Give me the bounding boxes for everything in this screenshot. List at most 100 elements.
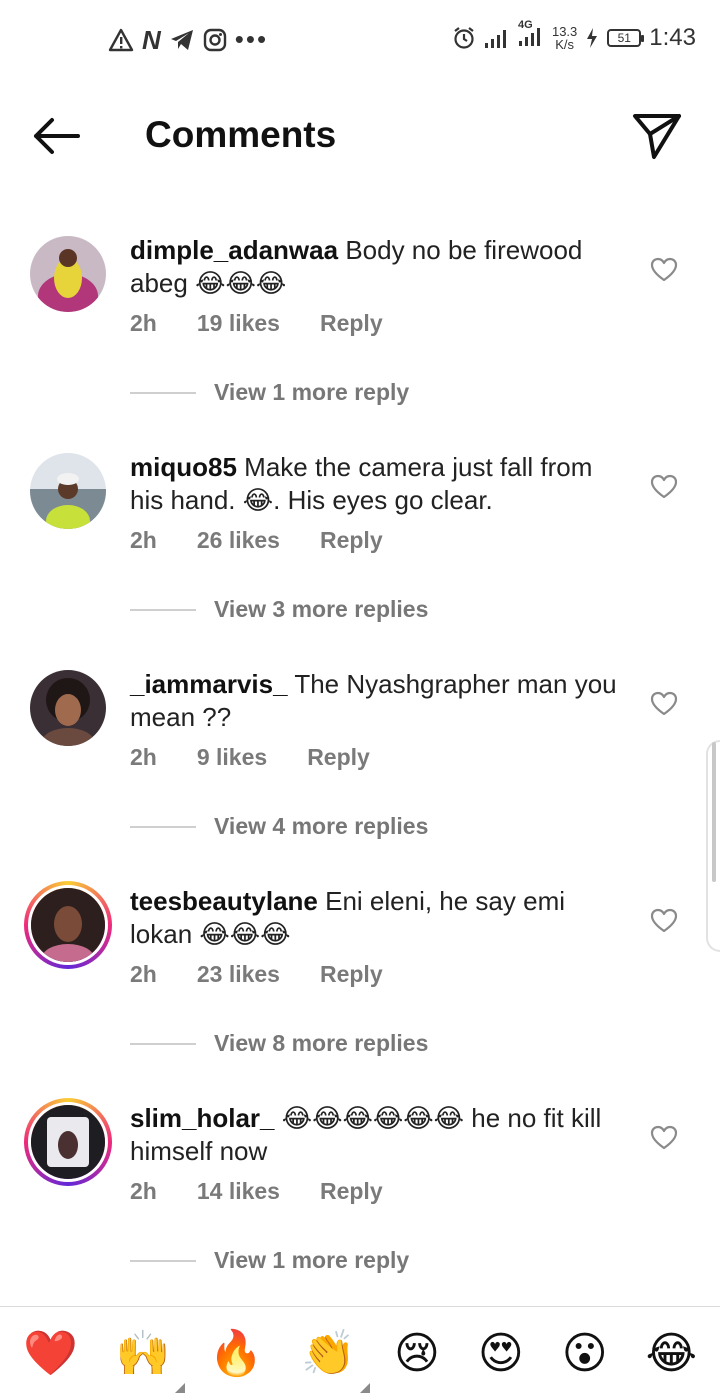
scrollbar-thumb[interactable] <box>712 742 716 882</box>
comment-item: _iammarvis_ The Nyashgrapher man you mea… <box>0 656 720 873</box>
signal-icon <box>484 30 506 48</box>
comment-meta: 2h 23 likes Reply <box>130 961 383 988</box>
avatar[interactable] <box>30 670 106 746</box>
avatar-image <box>30 236 106 312</box>
view-replies-button[interactable]: View 1 more reply <box>130 379 409 406</box>
view-replies-line <box>130 391 196 394</box>
comments-header: Comments <box>0 80 720 196</box>
comment-text: miquo85 Make the camera just fall from h… <box>130 451 620 517</box>
comment-item: dimple_adanwaa Body no be firewood abeg … <box>0 222 720 439</box>
emoji-crying-face[interactable]: 😢 <box>394 1328 440 1379</box>
emoji-heart-eyes[interactable]: 😍 <box>478 1328 524 1379</box>
more-dots-icon: ••• <box>234 24 269 54</box>
send-icon <box>633 114 681 159</box>
view-replies-label: View 1 more reply <box>214 1247 410 1273</box>
instagram-icon <box>203 28 226 51</box>
comment-text: _iammarvis_ The Nyashgrapher man you mea… <box>130 668 620 734</box>
avatar[interactable] <box>30 236 106 312</box>
view-replies-button[interactable]: View 1 more reply <box>130 1247 409 1274</box>
comment-text: slim_holar_ 😂😂😂😂😂😂 he no fit kill himsel… <box>130 1102 620 1168</box>
like-button[interactable] <box>650 1124 678 1152</box>
comment-time: 2h <box>130 1178 157 1204</box>
comment-item: miquo85 Make the camera just fall from h… <box>0 439 720 656</box>
comment-likes[interactable]: 14 likes <box>197 1178 280 1205</box>
comment-username[interactable]: _iammarvis_ <box>130 669 288 699</box>
warning-icon <box>108 28 134 51</box>
view-replies-button[interactable]: View 4 more replies <box>130 813 428 840</box>
comment-time: 2h <box>130 961 157 987</box>
reply-button[interactable]: Reply <box>307 744 370 771</box>
like-button[interactable] <box>650 256 678 284</box>
signal-4g-group: 4G <box>518 19 544 52</box>
status-bar: N ••• 4G 13.3 K/s 51 1:43 <box>0 0 720 80</box>
heart-outline-icon <box>650 908 678 933</box>
view-replies-line <box>130 608 196 611</box>
view-replies-label: View 8 more replies <box>214 1030 429 1056</box>
comment-meta: 2h 9 likes Reply <box>130 744 370 771</box>
like-button[interactable] <box>650 907 678 935</box>
view-replies-label: View 3 more replies <box>214 596 429 622</box>
alarm-icon <box>454 27 474 49</box>
comment-text: teesbeautylane Eni eleni, he say emi lok… <box>130 885 620 951</box>
reply-button[interactable]: Reply <box>320 310 383 337</box>
avatar-image <box>28 1102 108 1182</box>
view-replies-label: View 1 more reply <box>214 379 410 405</box>
arrow-left-icon <box>34 118 80 154</box>
comment-time: 2h <box>130 744 157 770</box>
comment-meta: 2h 14 likes Reply <box>130 1178 383 1205</box>
comment-time: 2h <box>130 310 157 336</box>
emoji-fire[interactable]: 🔥 <box>209 1328 264 1379</box>
comment-username[interactable]: slim_holar_ <box>130 1103 275 1133</box>
comment-item: slim_holar_ 😂😂😂😂😂😂 he no fit kill himsel… <box>0 1090 720 1307</box>
comments-list: dimple_adanwaa Body no be firewood abeg … <box>0 222 720 1307</box>
share-button[interactable] <box>632 110 682 160</box>
comment-item: teesbeautylane Eni eleni, he say emi lok… <box>0 873 720 1090</box>
comment-time: 2h <box>130 527 157 553</box>
network-speed-unit: K/s <box>555 37 575 52</box>
view-replies-line <box>130 1042 196 1045</box>
heart-outline-icon <box>650 474 678 499</box>
network-speed: 13.3 K/s <box>552 25 577 51</box>
n-app-icon: N <box>142 24 161 55</box>
comment-username[interactable]: dimple_adanwaa <box>130 235 338 265</box>
comment-likes[interactable]: 9 likes <box>197 744 267 771</box>
view-replies-button[interactable]: View 3 more replies <box>130 596 428 623</box>
reply-button[interactable]: Reply <box>320 527 383 554</box>
heart-outline-icon <box>650 691 678 716</box>
status-right-icons: 4G 13.3 K/s 51 1:43 <box>452 19 696 52</box>
avatar-story-ring[interactable] <box>24 1098 112 1186</box>
view-replies-button[interactable]: View 8 more replies <box>130 1030 428 1057</box>
comment-username[interactable]: miquo85 <box>130 452 237 482</box>
avatar-story-ring[interactable] <box>24 881 112 969</box>
network-type: 4G <box>517 18 533 31</box>
avatar-image <box>30 670 106 746</box>
view-replies-line <box>130 825 196 828</box>
battery-icon: 51 <box>607 29 645 47</box>
like-button[interactable] <box>650 473 678 501</box>
comment-meta: 2h 19 likes Reply <box>130 310 383 337</box>
comment-likes[interactable]: 23 likes <box>197 961 280 988</box>
comment-likes[interactable]: 19 likes <box>197 310 280 337</box>
emoji-tears-of-joy[interactable]: 😂 <box>646 1328 697 1379</box>
avatar[interactable] <box>30 453 106 529</box>
reply-button[interactable]: Reply <box>320 961 383 988</box>
like-button[interactable] <box>650 690 678 718</box>
heart-outline-icon <box>650 257 678 282</box>
scrollbar[interactable] <box>706 740 720 952</box>
comment-text: dimple_adanwaa Body no be firewood abeg … <box>130 234 620 300</box>
comment-username[interactable]: teesbeautylane <box>130 886 318 916</box>
clock: 1:43 <box>649 24 696 51</box>
emoji-surprised-face[interactable]: 😮 <box>562 1328 608 1379</box>
comment-meta: 2h 26 likes Reply <box>130 527 383 554</box>
heart-outline-icon <box>650 1125 678 1150</box>
emoji-reaction-bar: ❤️ 🙌 🔥 👏 😢 😍 😮 😂 <box>0 1306 720 1400</box>
charging-icon <box>587 28 598 48</box>
emoji-raising-hands[interactable]: 🙌 <box>116 1328 185 1393</box>
status-left-icons: N ••• <box>108 24 268 55</box>
avatar-image <box>28 885 108 965</box>
reply-button[interactable]: Reply <box>320 1178 383 1205</box>
back-button[interactable] <box>28 112 84 160</box>
emoji-heart[interactable]: ❤️ <box>23 1328 78 1379</box>
comment-likes[interactable]: 26 likes <box>197 527 280 554</box>
emoji-clapping-hands[interactable]: 👏 <box>301 1328 370 1393</box>
